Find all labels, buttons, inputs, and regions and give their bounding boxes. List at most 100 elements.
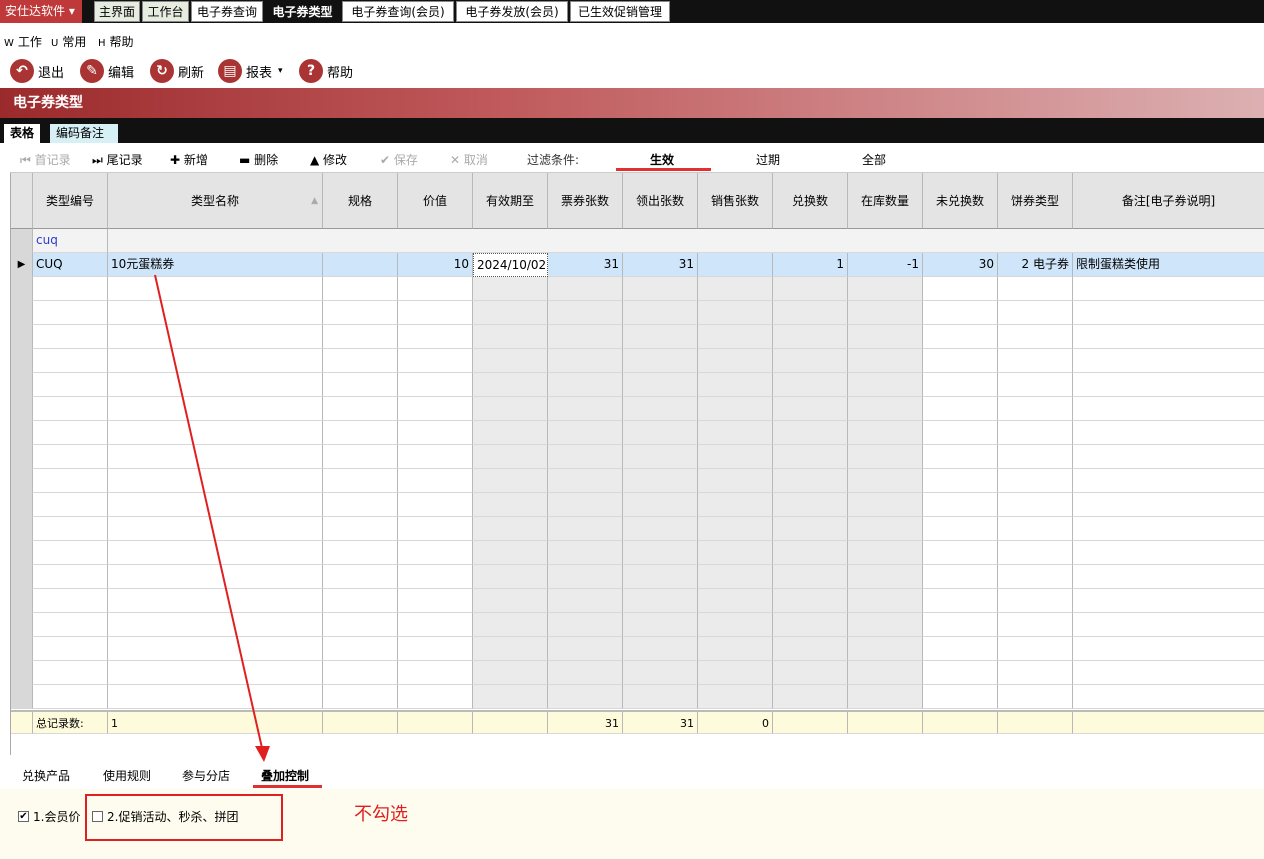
cell-spec[interactable] (323, 253, 398, 277)
empty-cell[interactable] (848, 349, 923, 373)
empty-row[interactable] (11, 541, 1264, 565)
empty-cell[interactable] (923, 613, 998, 637)
empty-cell[interactable] (1073, 277, 1264, 301)
empty-cell[interactable] (323, 373, 398, 397)
empty-cell[interactable] (923, 517, 998, 541)
empty-cell[interactable] (773, 325, 848, 349)
empty-cell[interactable] (998, 277, 1073, 301)
empty-cell[interactable] (33, 517, 108, 541)
empty-cell[interactable] (623, 565, 698, 589)
empty-cell[interactable] (773, 637, 848, 661)
empty-cell[interactable] (398, 661, 473, 685)
empty-cell[interactable] (473, 613, 548, 637)
table-row[interactable]: ▶ CUQ 10元蛋糕券 10 2024/10/02 31 31 1 -1 30… (11, 253, 1264, 277)
filter-cell-rest[interactable] (108, 229, 1264, 253)
empty-cell[interactable] (473, 421, 548, 445)
empty-cell[interactable] (108, 445, 323, 469)
empty-row[interactable] (11, 397, 1264, 421)
empty-cell[interactable] (33, 373, 108, 397)
empty-cell[interactable] (698, 301, 773, 325)
column-header[interactable]: 备注[电子券说明] (1073, 173, 1264, 229)
empty-cell[interactable] (473, 517, 548, 541)
empty-cell[interactable] (473, 373, 548, 397)
empty-cell[interactable] (998, 613, 1073, 637)
empty-cell[interactable] (698, 517, 773, 541)
cell-redeemed[interactable]: 1 (773, 253, 848, 277)
empty-cell[interactable] (323, 613, 398, 637)
empty-cell[interactable] (623, 637, 698, 661)
help-button[interactable]: ? 帮助 (299, 57, 353, 85)
empty-cell[interactable] (473, 301, 548, 325)
empty-cell[interactable] (698, 685, 773, 709)
empty-cell[interactable] (1073, 517, 1264, 541)
empty-cell[interactable] (473, 661, 548, 685)
exit-button[interactable]: ↶ 退出 (10, 57, 64, 85)
empty-cell[interactable] (323, 397, 398, 421)
empty-cell[interactable] (11, 349, 33, 373)
empty-row[interactable] (11, 493, 1264, 517)
empty-cell[interactable] (773, 541, 848, 565)
tab-coupon-issue-member[interactable]: 电子券发放(会员) (456, 1, 568, 22)
empty-cell[interactable] (698, 661, 773, 685)
empty-cell[interactable] (998, 445, 1073, 469)
empty-cell[interactable] (11, 469, 33, 493)
empty-cell[interactable] (33, 661, 108, 685)
empty-cell[interactable] (848, 589, 923, 613)
edit-button[interactable]: ✎ 编辑 (80, 57, 134, 85)
column-header[interactable]: 销售张数 (698, 173, 773, 229)
empty-cell[interactable] (1073, 397, 1264, 421)
empty-cell[interactable] (108, 493, 323, 517)
empty-cell[interactable] (548, 637, 623, 661)
empty-cell[interactable] (1073, 541, 1264, 565)
tab-redeem-products[interactable]: 兑换产品 (22, 767, 70, 784)
empty-cell[interactable] (923, 325, 998, 349)
empty-cell[interactable] (108, 517, 323, 541)
empty-cell[interactable] (698, 469, 773, 493)
empty-cell[interactable] (998, 661, 1073, 685)
empty-cell[interactable] (398, 493, 473, 517)
empty-cell[interactable] (923, 397, 998, 421)
empty-cell[interactable] (848, 493, 923, 517)
empty-cell[interactable] (473, 445, 548, 469)
empty-cell[interactable] (848, 445, 923, 469)
column-header[interactable]: 价值 (398, 173, 473, 229)
empty-cell[interactable] (998, 589, 1073, 613)
empty-cell[interactable] (398, 565, 473, 589)
empty-cell[interactable] (773, 301, 848, 325)
empty-cell[interactable] (398, 685, 473, 709)
empty-cell[interactable] (623, 373, 698, 397)
empty-cell[interactable] (323, 349, 398, 373)
empty-cell[interactable] (923, 637, 998, 661)
empty-cell[interactable] (323, 277, 398, 301)
empty-cell[interactable] (998, 301, 1073, 325)
empty-row[interactable] (11, 661, 1264, 685)
empty-cell[interactable] (773, 493, 848, 517)
sheet-tab-code-note[interactable]: 编码备注 (50, 124, 119, 143)
empty-cell[interactable] (33, 493, 108, 517)
empty-row[interactable] (11, 421, 1264, 445)
empty-cell[interactable] (33, 541, 108, 565)
empty-cell[interactable] (548, 685, 623, 709)
empty-cell[interactable] (108, 589, 323, 613)
empty-cell[interactable] (773, 517, 848, 541)
empty-cell[interactable] (923, 685, 998, 709)
cancel-button[interactable]: ✕ 取消 (450, 150, 488, 170)
tab-main[interactable]: 主界面 (94, 1, 140, 22)
empty-cell[interactable] (473, 325, 548, 349)
empty-cell[interactable] (108, 637, 323, 661)
empty-cell[interactable] (398, 637, 473, 661)
empty-cell[interactable] (323, 325, 398, 349)
empty-cell[interactable] (11, 325, 33, 349)
empty-cell[interactable] (998, 421, 1073, 445)
column-header[interactable]: 类型编号 (33, 173, 108, 229)
empty-cell[interactable] (108, 421, 323, 445)
empty-cell[interactable] (11, 397, 33, 421)
empty-cell[interactable] (398, 517, 473, 541)
tab-coupon-query[interactable]: 电子券查询 (191, 1, 263, 22)
empty-cell[interactable] (698, 493, 773, 517)
empty-cell[interactable] (33, 637, 108, 661)
empty-cell[interactable] (108, 301, 323, 325)
empty-cell[interactable] (473, 541, 548, 565)
empty-cell[interactable] (33, 277, 108, 301)
empty-cell[interactable] (923, 493, 998, 517)
